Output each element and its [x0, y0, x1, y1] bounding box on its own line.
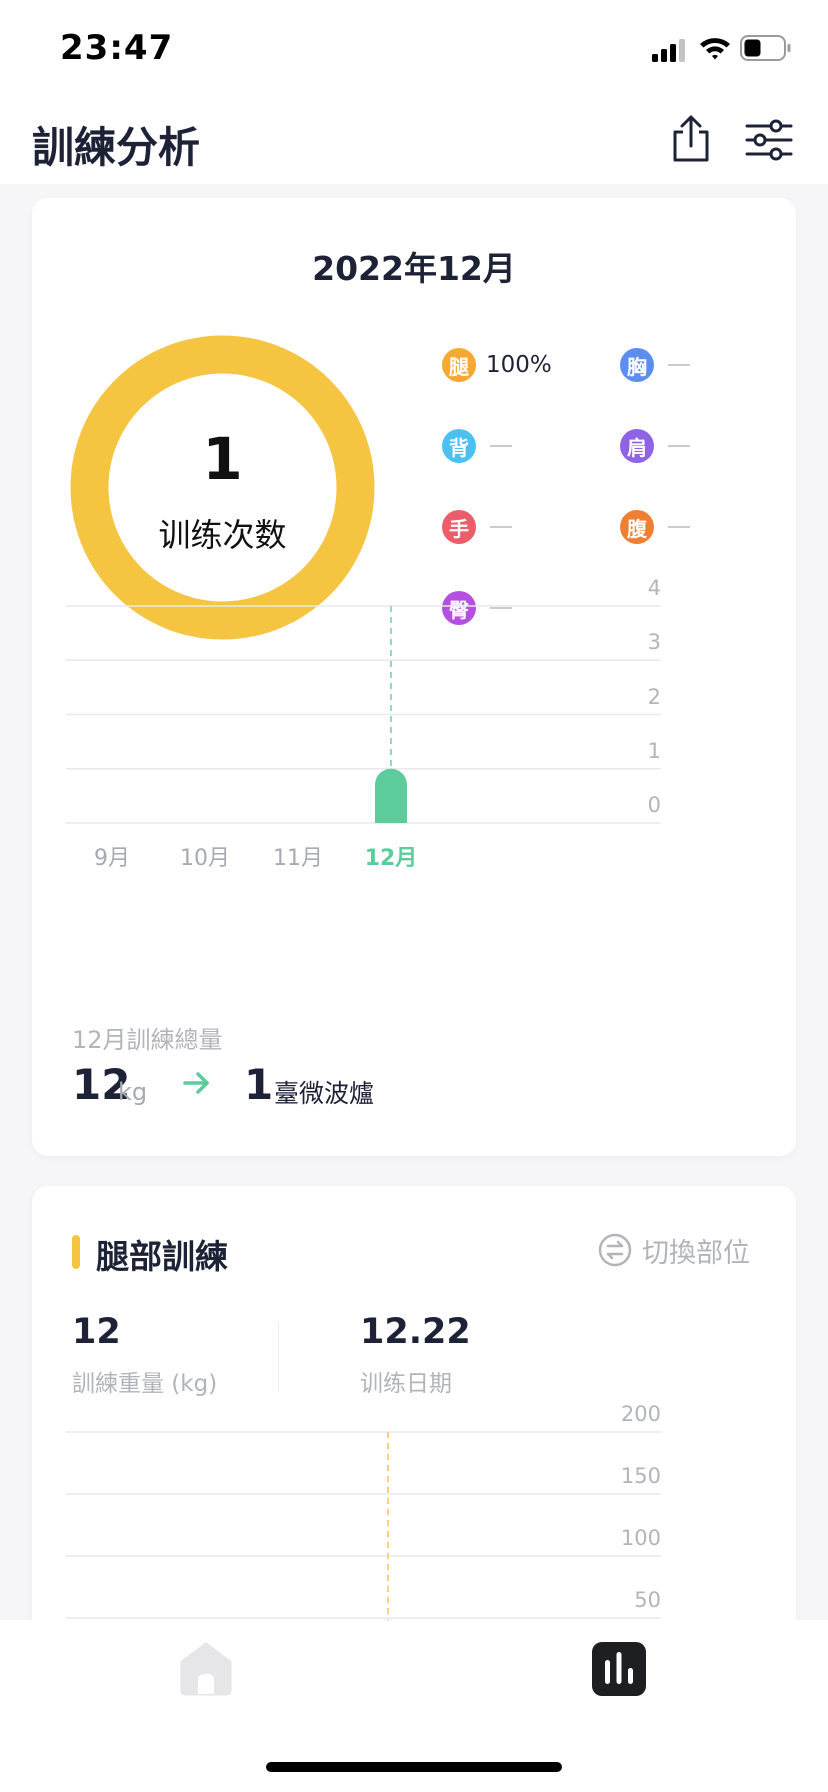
- bar-chart-icon[interactable]: [592, 1642, 646, 1696]
- status-bar: 23:47: [0, 0, 828, 96]
- x-tick-label[interactable]: 11月: [273, 840, 323, 872]
- page-title: 訓練分析: [32, 123, 201, 172]
- arrow-right-icon: [183, 1072, 209, 1094]
- total-weight-unit: kg: [118, 1078, 148, 1106]
- cellular-signal-icon: [652, 39, 685, 62]
- equivalent-count-value: 1: [244, 1060, 274, 1109]
- y-tick-label: 1: [647, 738, 661, 763]
- monthly-total-label: 12月訓練總量: [72, 1026, 223, 1054]
- equivalent-count-unit: 臺微波爐: [274, 1079, 375, 1108]
- status-time: 23:47: [60, 28, 174, 68]
- y-tick-label: 2: [647, 684, 661, 709]
- y-tick-label: 50: [634, 1588, 661, 1612]
- home-indicator: [266, 1762, 562, 1772]
- y-tick-label: 0: [647, 793, 661, 817]
- wifi-icon: [700, 38, 730, 60]
- y-tick-label: 4: [647, 576, 661, 600]
- sliders-icon[interactable]: [744, 118, 794, 162]
- x-tick-label[interactable]: 10月: [180, 840, 230, 872]
- tab-bar: [0, 1620, 828, 1792]
- page-header: 訓練分析: [0, 96, 828, 184]
- battery-icon: [740, 35, 791, 61]
- y-tick-label: 3: [647, 630, 661, 655]
- monthly-summary-card: 2022年12月 1 训练次数 腿 100% 胸 背 肩 手 腹 臀 01234…: [32, 198, 796, 1156]
- x-tick-label[interactable]: 12月: [365, 840, 418, 872]
- home-icon[interactable]: [180, 1642, 232, 1696]
- y-tick-label: 200: [620, 1402, 661, 1426]
- share-icon[interactable]: [668, 114, 714, 164]
- y-tick-label: 100: [620, 1526, 661, 1550]
- monthly-total-row: 12 kg 1 臺微波爐: [72, 1060, 672, 1116]
- y-tick-label: 150: [620, 1464, 661, 1488]
- x-tick-label[interactable]: 9月: [94, 840, 130, 872]
- bar-12月[interactable]: [375, 768, 407, 823]
- bar-chart-canvas: [66, 605, 661, 824]
